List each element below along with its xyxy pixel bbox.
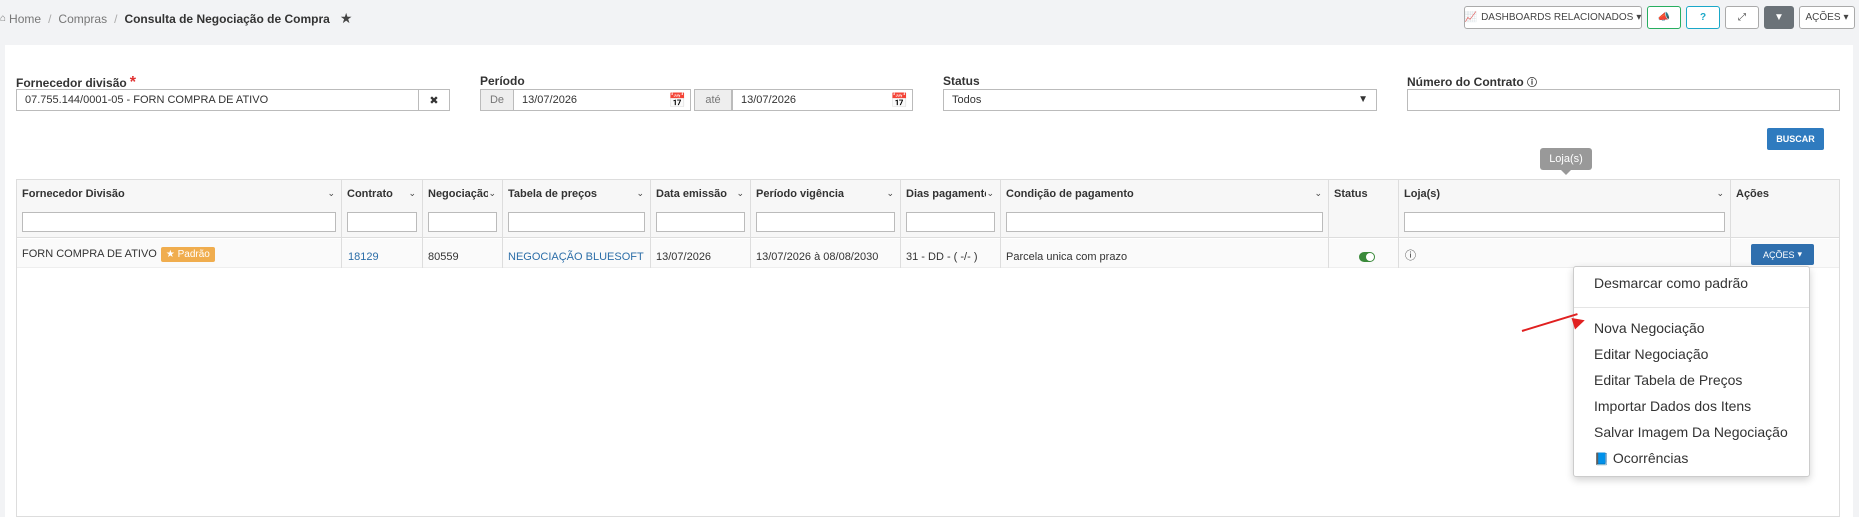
- status-label: Status: [943, 74, 980, 88]
- home-icon: ⌂: [0, 13, 7, 24]
- caret-down-icon: ▾: [1636, 12, 1642, 23]
- menu-salvar-imagem[interactable]: Salvar Imagem Da Negociação: [1594, 424, 1788, 440]
- contrato-input[interactable]: [1407, 89, 1840, 111]
- ate-addon: até: [694, 89, 732, 111]
- cell-periodo: 13/07/2026 à 08/08/2030: [756, 251, 879, 263]
- filter-data-emissao-input[interactable]: [656, 212, 745, 232]
- date-to-input[interactable]: 13/07/2026 📅: [732, 89, 913, 111]
- favorite-star-icon[interactable]: ★: [340, 10, 353, 27]
- announce-button[interactable]: 📣: [1647, 6, 1681, 29]
- cell-condicao: Parcela unica com prazo: [1006, 251, 1128, 263]
- chevron-down-icon[interactable]: ⌄: [1314, 188, 1322, 199]
- chevron-down-icon[interactable]: ⌄: [986, 188, 994, 199]
- breadcrumb: ⌂ Home / Compras / Consulta de Negociaçã…: [0, 10, 353, 27]
- filter-fornecedor-input[interactable]: [22, 212, 336, 232]
- close-icon: ✖: [429, 94, 439, 107]
- chevron-down-icon[interactable]: ⌄: [488, 188, 496, 199]
- filter-lojas-input[interactable]: [1404, 212, 1725, 232]
- top-bar: ⌂ Home / Compras / Consulta de Negociaçã…: [0, 0, 1859, 34]
- expand-button[interactable]: ⤢: [1725, 6, 1759, 29]
- cell-fornecedor: FORN COMPRA DE ATIVO ★ Padrão: [22, 247, 215, 262]
- expand-icon: ⤢: [1738, 12, 1746, 23]
- fornecedor-input[interactable]: 07.755.144/0001-05 - FORN COMPRA DE ATIV…: [16, 89, 419, 111]
- caret-down-icon: ▾: [1797, 249, 1803, 259]
- default-badge: ★ Padrão: [160, 247, 215, 262]
- top-actions: 📈 DASHBOARDS RELACIONADOS ▾ 📣 ? ⤢ ▼ AÇÕE…: [1464, 6, 1855, 29]
- calendar-icon[interactable]: 📅: [891, 92, 908, 109]
- cell-negociacao: 80559: [428, 251, 459, 263]
- dashboards-button[interactable]: 📈 DASHBOARDS RELACIONADOS ▾: [1464, 6, 1642, 29]
- results-grid: Fornecedor Divisão ⌄ Contrato ⌄ Negociaç…: [16, 179, 1840, 517]
- buscar-button[interactable]: BUSCAR: [1767, 128, 1824, 150]
- filter-button[interactable]: ▼: [1764, 6, 1794, 29]
- contrato-label: Número do Contrato ⓘ: [1407, 75, 1538, 89]
- help-button[interactable]: ?: [1686, 6, 1720, 29]
- status-toggle[interactable]: [1359, 252, 1375, 262]
- info-icon[interactable]: ⓘ: [1405, 247, 1416, 263]
- info-icon: ⓘ: [1527, 78, 1538, 89]
- calendar-icon[interactable]: 📅: [669, 92, 686, 109]
- tooltip-lojas: Loja(s): [1540, 148, 1592, 175]
- date-from-input[interactable]: 13/07/2026 📅: [513, 89, 691, 111]
- filter-condicao-input[interactable]: [1006, 212, 1323, 232]
- filter-negociacao-input[interactable]: [428, 212, 497, 232]
- status-select[interactable]: Todos ▼: [943, 89, 1377, 111]
- menu-divider: [1574, 307, 1809, 308]
- cell-dias: 31 - DD - ( -/- ): [906, 251, 978, 263]
- menu-editar-negociacao[interactable]: Editar Negociação: [1594, 346, 1708, 362]
- filter-tabela-input[interactable]: [508, 212, 645, 232]
- chevron-down-icon[interactable]: ⌄: [327, 188, 335, 199]
- menu-importar-dados[interactable]: Importar Dados dos Itens: [1594, 398, 1751, 414]
- filter-contrato-input[interactable]: [347, 212, 417, 232]
- menu-nova-negociacao[interactable]: Nova Negociação: [1594, 320, 1705, 336]
- acoes-dropdown-menu: Desmarcar como padrão Nova Negociação Ed…: [1573, 266, 1810, 477]
- menu-desmarcar-padrao[interactable]: Desmarcar como padrão: [1594, 275, 1748, 291]
- filter-periodo-input[interactable]: [756, 212, 895, 232]
- chart-icon: 📈: [1464, 12, 1478, 23]
- star-icon: ★: [165, 249, 175, 260]
- chevron-down-icon[interactable]: ⌄: [1716, 188, 1724, 199]
- menu-editar-tabela[interactable]: Editar Tabela de Preços: [1594, 372, 1742, 388]
- clear-fornecedor-button[interactable]: ✖: [418, 89, 450, 111]
- megaphone-icon: 📣: [1657, 12, 1671, 23]
- question-icon: ?: [1699, 12, 1707, 23]
- filter-icon: ▼: [1774, 12, 1784, 23]
- row-acoes-button[interactable]: AÇÕES ▾: [1751, 244, 1814, 265]
- acoes-top-button[interactable]: AÇÕES ▾: [1799, 6, 1855, 29]
- chevron-down-icon: ▼: [1358, 94, 1368, 105]
- cell-contrato-link[interactable]: 18129: [348, 251, 379, 263]
- col-lojas: Loja(s) ⌄: [1399, 180, 1731, 268]
- chevron-down-icon[interactable]: ⌄: [408, 188, 416, 199]
- cell-data-emissao: 13/07/2026: [656, 251, 712, 263]
- book-icon: 📘: [1594, 452, 1609, 466]
- breadcrumb-compras[interactable]: Compras: [58, 12, 107, 26]
- breadcrumb-home[interactable]: Home: [9, 12, 41, 26]
- menu-ocorrencias[interactable]: 📘 Ocorrências: [1594, 450, 1688, 466]
- page-title: Consulta de Negociação de Compra: [124, 11, 330, 26]
- caret-down-icon: ▾: [1843, 12, 1849, 23]
- de-addon: De: [480, 89, 514, 111]
- chevron-down-icon[interactable]: ⌄: [886, 188, 894, 199]
- cell-tabela-link[interactable]: NEGOCIAÇÃO BLUESOFT: [508, 251, 644, 263]
- chevron-down-icon[interactable]: ⌄: [636, 188, 644, 199]
- chevron-down-icon[interactable]: ⌄: [736, 188, 744, 199]
- filter-dias-input[interactable]: [906, 212, 995, 232]
- periodo-label: Período: [480, 74, 525, 88]
